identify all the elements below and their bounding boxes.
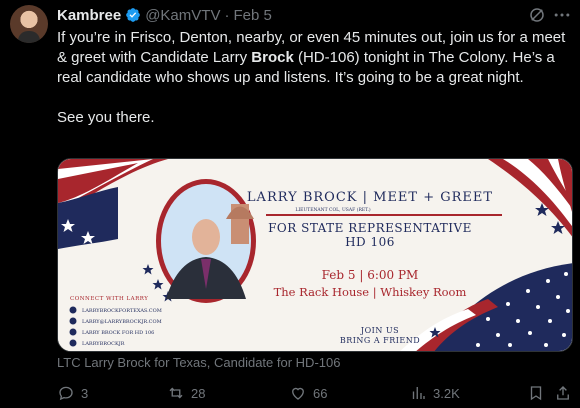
author-avatar[interactable] xyxy=(10,5,48,43)
tweet-text-bold: Brock xyxy=(251,49,294,66)
bookmark-icon xyxy=(530,386,542,401)
like-button[interactable]: 66 xyxy=(289,383,327,403)
reply-button[interactable]: 3 xyxy=(57,383,88,403)
tweet-date[interactable]: Feb 5 xyxy=(233,7,271,24)
bookmark-button[interactable] xyxy=(527,383,545,403)
views-count: 3.2K xyxy=(433,385,460,401)
flyer-office-line1: FOR STATE REPRESENTATIVE xyxy=(268,221,472,235)
flyer-connect-facebook: LARRY BROCK FOR HD 106 xyxy=(82,330,154,336)
repost-icon xyxy=(169,387,183,399)
flyer-connect-website: LARRYBROCKFORTEXAS.COM xyxy=(82,308,162,314)
verified-badge-icon xyxy=(125,7,141,23)
link-caption[interactable]: LTC Larry Brock for Texas, Candidate for… xyxy=(57,355,340,370)
media-card[interactable]: LARRY BROCK | MEET + GREET LIEUTENANT CO… xyxy=(57,158,573,352)
grok-icon[interactable] xyxy=(528,6,546,24)
flyer-event-time: Feb 5 | 6:00 PM xyxy=(322,268,419,282)
reply-count: 3 xyxy=(81,385,89,401)
repost-count: 28 xyxy=(191,385,206,401)
tweet-paragraph-1: If you’re in Frisco, Denton, nearby, or … xyxy=(57,28,572,88)
share-icon xyxy=(557,386,569,400)
candidate-portrait xyxy=(156,179,256,303)
x-social-icon xyxy=(69,339,77,347)
heart-icon xyxy=(292,387,304,400)
email-icon xyxy=(69,317,77,325)
tweet-action-bar: 3 28 66 3.2K xyxy=(57,383,572,403)
facebook-icon xyxy=(69,328,77,336)
flyer-connect-x: LARRYBROCKJR xyxy=(82,341,125,347)
reply-icon xyxy=(59,386,73,401)
tweet-text: If you’re in Frisco, Denton, nearby, or … xyxy=(57,28,572,128)
tweet-header: Kambree @KamVTV · Feb 5 xyxy=(57,5,272,25)
flyer-headline: LARRY BROCK | MEET + GREET xyxy=(247,190,493,205)
separator-dot: · xyxy=(224,6,230,24)
flyer-event-venue: The Rack House | Whiskey Room xyxy=(274,285,467,300)
views-button[interactable]: 3.2K xyxy=(409,383,460,403)
flyer-subline: LIEUTENANT COL, USAF (RET.) xyxy=(295,206,371,213)
more-options-icon[interactable] xyxy=(552,5,572,25)
flyer-cta-line1: JOIN US xyxy=(360,326,399,335)
views-chart-icon xyxy=(412,387,425,399)
flyer-image: LARRY BROCK | MEET + GREET LIEUTENANT CO… xyxy=(58,159,572,351)
share-button[interactable] xyxy=(554,383,572,403)
author-handle[interactable]: @KamVTV xyxy=(145,7,220,24)
flyer-connect-email: LARRY@LARRYBROCKJR.COM xyxy=(82,318,162,325)
flyer-cta-line2: BRING A FRIEND xyxy=(340,336,420,345)
flyer-connect-title: CONNECT WITH LARRY xyxy=(70,296,148,302)
like-count: 66 xyxy=(313,385,328,401)
globe-icon xyxy=(69,306,77,314)
flyer-divider xyxy=(266,214,502,216)
flyer-office-line2: HD 106 xyxy=(345,235,395,249)
repost-button[interactable]: 28 xyxy=(167,383,205,403)
author-name[interactable]: Kambree xyxy=(57,7,121,24)
tweet-paragraph-2: See you there. xyxy=(57,109,155,126)
